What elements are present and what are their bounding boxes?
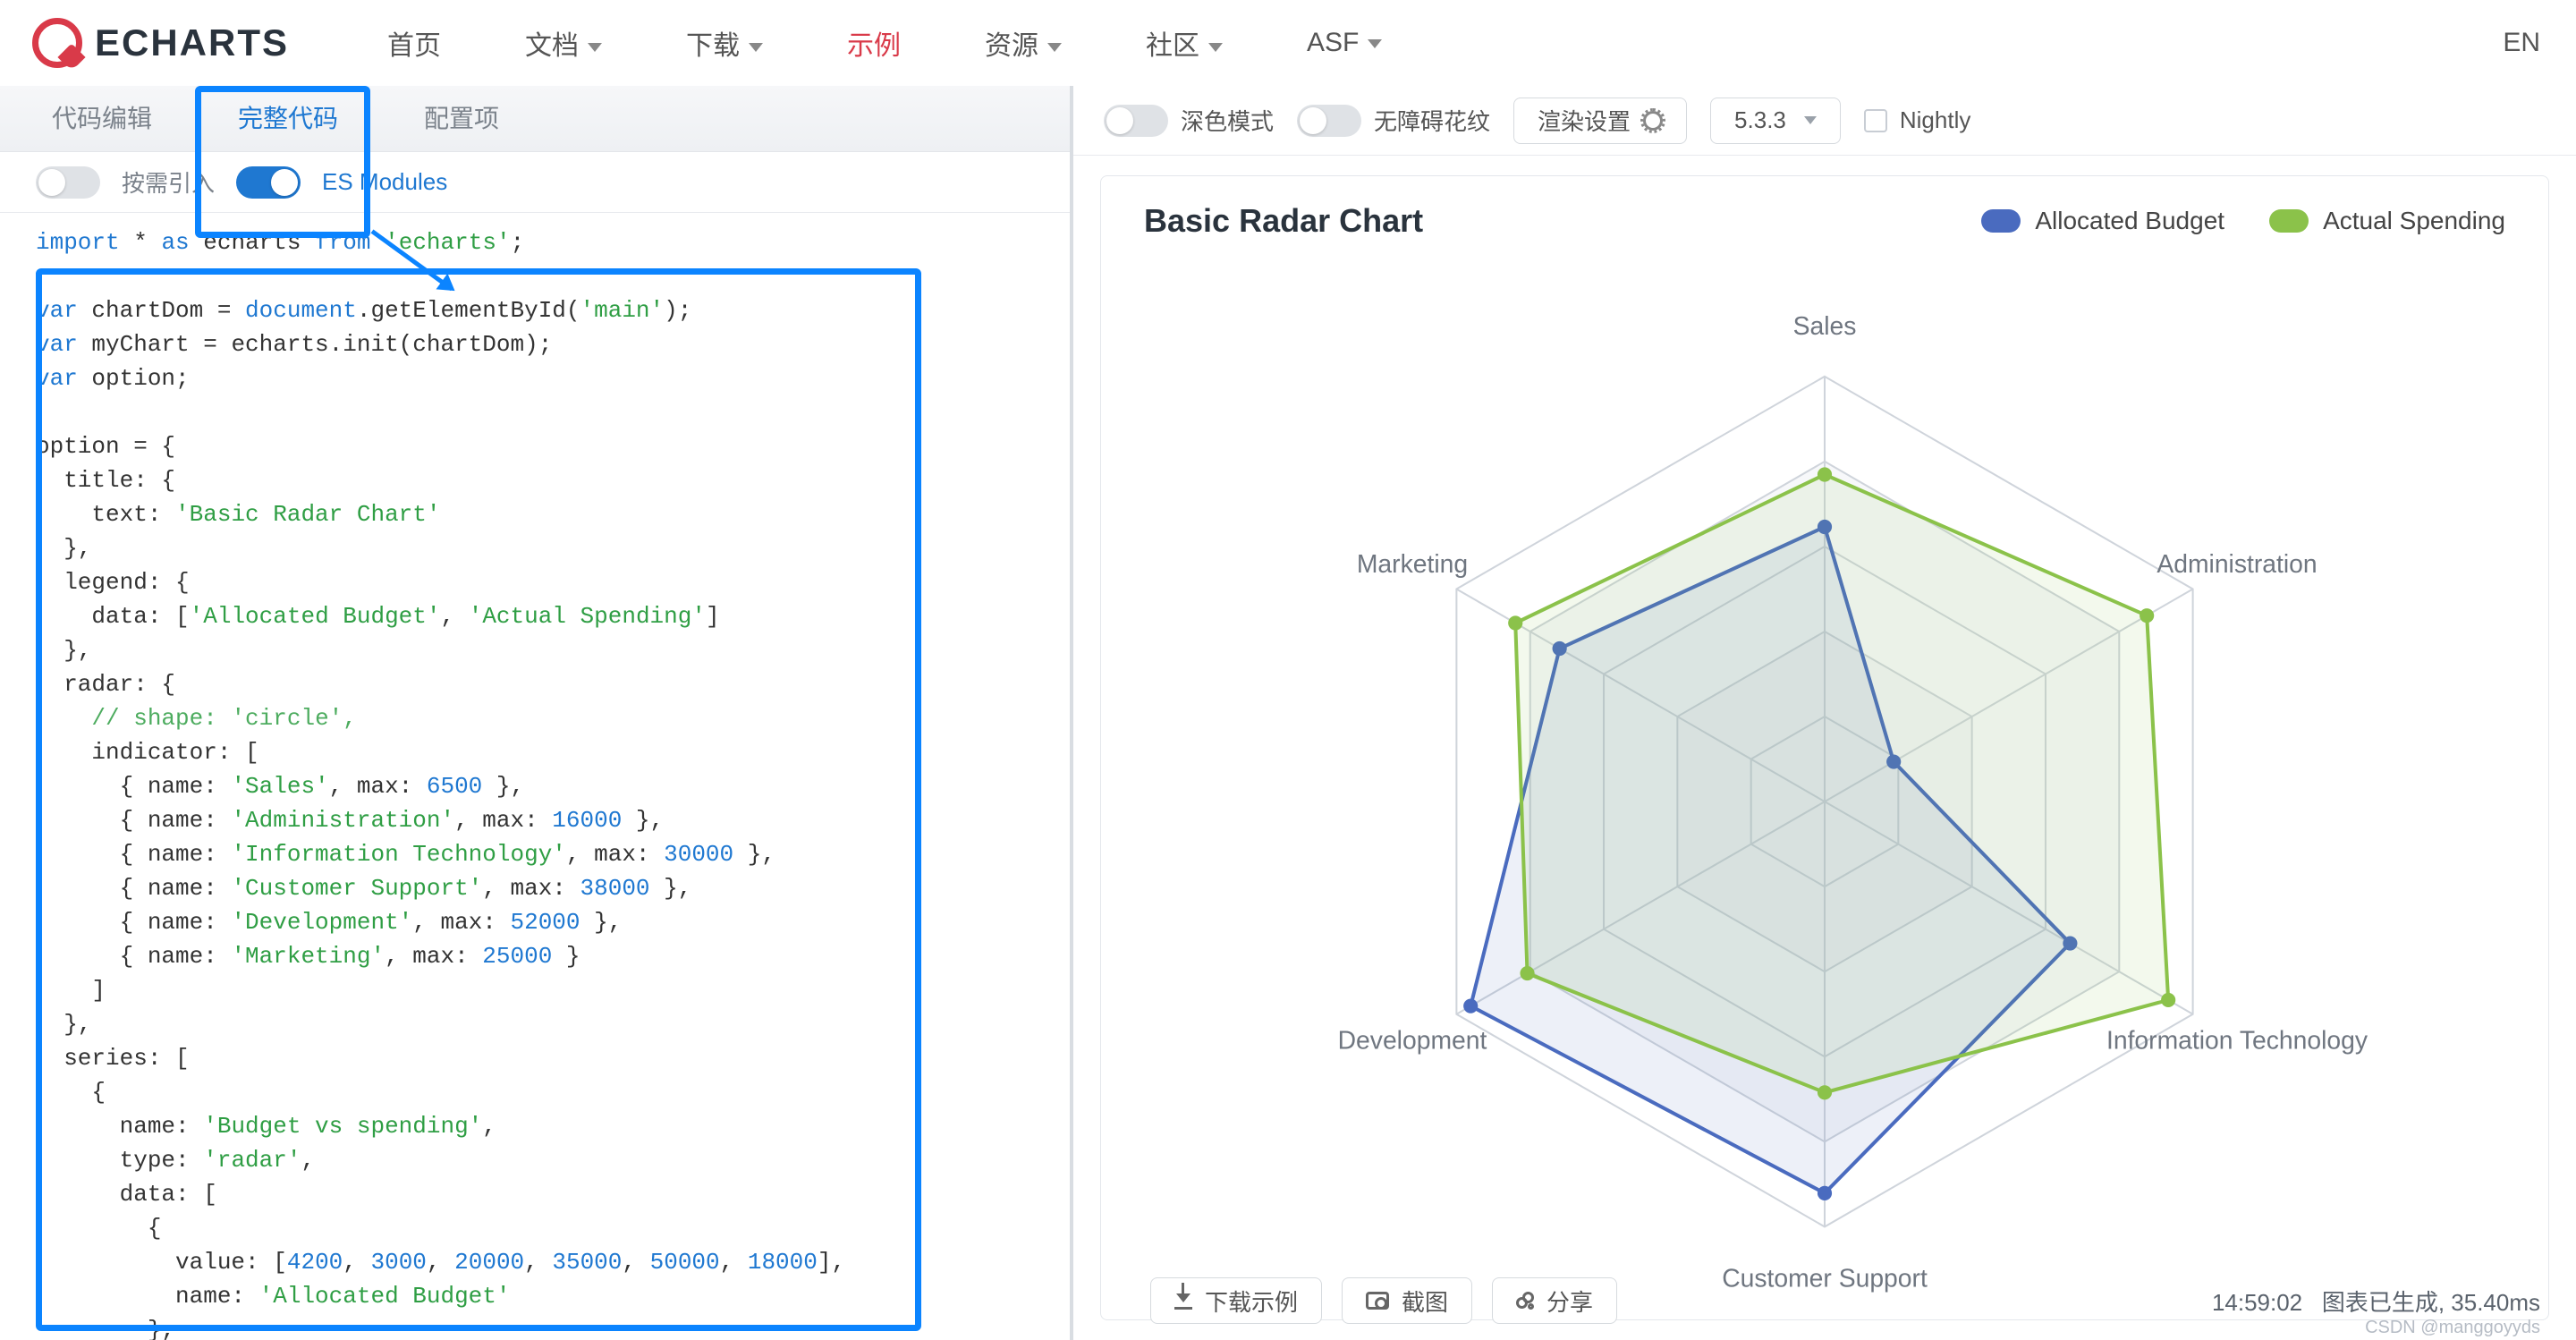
preview-footer: 下载示例 截图 分享 14:59:02 图表已生成, 35.40ms bbox=[1114, 1277, 2576, 1324]
share-label: 分享 bbox=[1546, 1285, 1593, 1318]
chevron-down-icon bbox=[749, 43, 763, 52]
code-tab-2[interactable]: 配置项 bbox=[381, 81, 542, 151]
share-button[interactable]: 分享 bbox=[1492, 1277, 1617, 1324]
code-toggles: 按需引入 ES Modules bbox=[0, 152, 1070, 213]
nightly-label: Nightly bbox=[1900, 106, 1970, 134]
toggle-es-modules[interactable] bbox=[236, 166, 301, 199]
nav-item-6[interactable]: ASF bbox=[1307, 1, 1382, 85]
camera-icon bbox=[1366, 1292, 1389, 1310]
legend-swatch-icon bbox=[2269, 209, 2309, 233]
chevron-down-icon bbox=[1804, 116, 1817, 124]
legend-label: Actual Spending bbox=[2323, 207, 2505, 235]
dark-mode-label: 深色模式 bbox=[1181, 104, 1274, 137]
screenshot-button[interactable]: 截图 bbox=[1342, 1277, 1472, 1324]
version-label: 5.3.3 bbox=[1734, 106, 1786, 134]
code-panel: 代码编辑完整代码配置项 按需引入 ES Modules import * as … bbox=[0, 86, 1073, 1340]
chevron-down-icon bbox=[588, 43, 602, 52]
status-time: 14:59:02 bbox=[2212, 1289, 2302, 1316]
nav-item-3[interactable]: 示例 bbox=[847, 0, 901, 89]
top-nav: ECHARTS 首页文档下载示例资源社区 ASF EN bbox=[0, 0, 2576, 86]
chevron-down-icon bbox=[1208, 43, 1223, 52]
screenshot-label: 截图 bbox=[1402, 1285, 1448, 1318]
a11y-pattern-label: 无障碍花纹 bbox=[1374, 104, 1490, 137]
nav-item-1[interactable]: 文档 bbox=[525, 0, 602, 89]
code-editor[interactable]: import * as echarts from 'echarts'; var … bbox=[0, 213, 1070, 1340]
chart-card: Basic Radar Chart Allocated Budget Actua… bbox=[1100, 175, 2549, 1320]
toggle-on-demand[interactable] bbox=[36, 166, 100, 199]
svg-text:Marketing: Marketing bbox=[1357, 549, 1468, 578]
svg-text:Administration: Administration bbox=[2157, 549, 2317, 578]
radar-chart: Sales Administration Information Technolog… bbox=[1101, 266, 2548, 1319]
toggle-a11y-pattern[interactable] bbox=[1297, 105, 1361, 137]
legend-item-allocated[interactable]: Allocated Budget bbox=[1981, 207, 2224, 235]
logo-text: ECHARTS bbox=[95, 21, 289, 64]
nav-links: 首页文档下载示例资源社区 ASF bbox=[387, 0, 1382, 89]
nav-item-4[interactable]: 资源 bbox=[985, 0, 1062, 89]
code-tab-1[interactable]: 完整代码 bbox=[195, 81, 381, 151]
es-modules-label: ES Modules bbox=[322, 168, 447, 196]
status-message: 图表已生成, 35.40ms bbox=[2322, 1289, 2540, 1316]
legend-label: Allocated Budget bbox=[2035, 207, 2224, 235]
svg-text:Development: Development bbox=[1338, 1025, 1487, 1054]
watermark: CSDN @manggoyyds bbox=[2365, 1318, 2540, 1338]
gear-icon bbox=[1643, 111, 1663, 131]
download-example-button[interactable]: 下载示例 bbox=[1150, 1277, 1322, 1324]
svg-text:Information Technology: Information Technology bbox=[2106, 1025, 2368, 1054]
logo[interactable]: ECHARTS bbox=[32, 18, 289, 68]
code-tabs: 代码编辑完整代码配置项 bbox=[0, 86, 1070, 152]
toggle-on-demand-label: 按需引入 bbox=[122, 165, 215, 199]
nav-item-5[interactable]: 社区 bbox=[1146, 0, 1223, 89]
version-select[interactable]: 5.3.3 bbox=[1710, 98, 1841, 144]
legend-item-actual[interactable]: Actual Spending bbox=[2269, 207, 2505, 235]
render-settings-button[interactable]: 渲染设置 bbox=[1513, 98, 1687, 144]
render-settings-label: 渲染设置 bbox=[1538, 104, 1631, 137]
preview-toolbar: 深色模式 无障碍花纹 渲染设置 5.3.3 Nightly bbox=[1073, 86, 2576, 156]
toggle-dark-mode[interactable] bbox=[1104, 105, 1168, 137]
download-icon bbox=[1174, 1292, 1192, 1310]
download-label: 下载示例 bbox=[1205, 1285, 1298, 1318]
chevron-down-icon bbox=[1368, 39, 1382, 48]
legend-swatch-icon bbox=[1981, 209, 2021, 233]
code-tab-0[interactable]: 代码编辑 bbox=[9, 81, 195, 151]
nightly-checkbox[interactable] bbox=[1864, 109, 1887, 132]
chart-title: Basic Radar Chart bbox=[1144, 202, 1423, 240]
chart-legend: Allocated Budget Actual Spending bbox=[1981, 207, 2505, 235]
nav-item-0[interactable]: 首页 bbox=[387, 0, 441, 89]
chevron-down-icon bbox=[1047, 43, 1062, 52]
status-text: 14:59:02 图表已生成, 35.40ms bbox=[2212, 1285, 2540, 1318]
language-switch[interactable]: EN bbox=[2503, 28, 2540, 58]
logo-icon bbox=[32, 18, 82, 68]
svg-text:Sales: Sales bbox=[1793, 311, 1857, 340]
preview-panel: 深色模式 无障碍花纹 渲染设置 5.3.3 Nightly Basic Rada… bbox=[1073, 86, 2576, 1340]
nav-item-2[interactable]: 下载 bbox=[686, 0, 763, 89]
code-text: import * as echarts from 'echarts'; var … bbox=[36, 225, 1052, 1340]
share-icon bbox=[1516, 1292, 1534, 1310]
